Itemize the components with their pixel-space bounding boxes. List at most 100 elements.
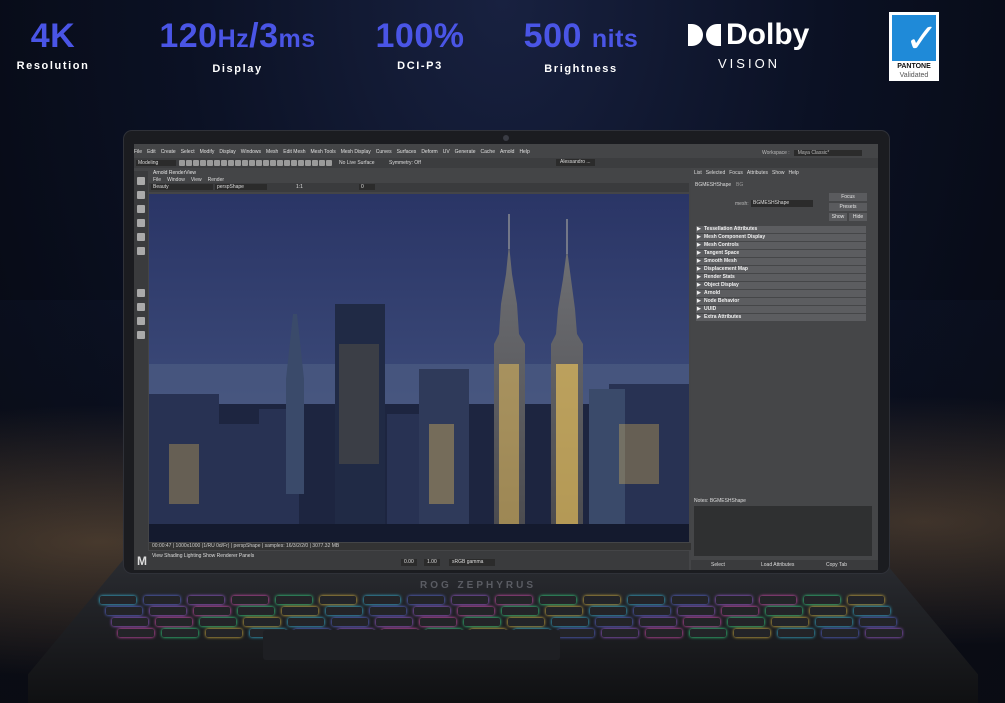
attribute-section[interactable]: ▶ Object Display: [696, 282, 866, 289]
menu-item[interactable]: Mesh: [266, 149, 278, 155]
toolbar-tool-icon[interactable]: [221, 160, 227, 166]
menu-item[interactable]: Cache: [481, 149, 495, 155]
attribute-section[interactable]: ▶ Tessellation Attributes: [696, 226, 866, 233]
workspace-selector[interactable]: Workspace : Maya Classic*: [762, 150, 862, 156]
toolbar-tool-icon[interactable]: [319, 160, 325, 166]
toolbar-tool-icon[interactable]: [298, 160, 304, 166]
menu-item[interactable]: Windows: [241, 149, 261, 155]
select-tool-icon[interactable]: [137, 177, 145, 185]
toolbar-tool-icon[interactable]: [186, 160, 192, 166]
toolbar-tool-icon[interactable]: [284, 160, 290, 166]
aov-dropdown[interactable]: Beauty: [151, 184, 213, 190]
expand-arrow-icon[interactable]: ▶: [697, 274, 701, 281]
menu-item[interactable]: File: [134, 149, 142, 155]
gamma-input[interactable]: 1.00: [424, 559, 440, 566]
menu-set-dropdown[interactable]: Modeling: [136, 160, 176, 166]
expand-arrow-icon[interactable]: ▶: [697, 306, 701, 313]
node-tab[interactable]: BGMESHShape: [695, 182, 731, 188]
camera-dropdown[interactable]: perspShape: [215, 184, 267, 190]
attribute-section[interactable]: ▶ Mesh Component Display: [696, 234, 866, 241]
show-button[interactable]: Show: [829, 213, 847, 221]
scale-tool-icon[interactable]: [137, 247, 145, 255]
paint-select-icon[interactable]: [137, 205, 145, 213]
workspace-dropdown[interactable]: Maya Classic*: [793, 150, 862, 156]
menu-item[interactable]: Help: [519, 149, 529, 155]
attribute-menu-item[interactable]: List: [694, 170, 702, 176]
attribute-section[interactable]: ▶ Node Behavior: [696, 298, 866, 305]
attribute-menu-item[interactable]: Help: [789, 170, 799, 176]
color-space-dropdown[interactable]: sRGB gamma: [449, 559, 495, 566]
toolbar-tool-icon[interactable]: [242, 160, 248, 166]
attribute-section[interactable]: ▶ Mesh Controls: [696, 242, 866, 249]
menu-item[interactable]: Arnold: [500, 149, 514, 155]
toolbar-tool-icon[interactable]: [200, 160, 206, 166]
menu-item[interactable]: Deform: [421, 149, 437, 155]
attribute-section[interactable]: ▶ Arnold: [696, 290, 866, 297]
expand-arrow-icon[interactable]: ▶: [697, 314, 701, 321]
expand-arrow-icon[interactable]: ▶: [697, 266, 701, 273]
layout-two-icon[interactable]: [137, 303, 145, 311]
toolbar-tool-icon[interactable]: [270, 160, 276, 166]
user-account-button[interactable]: Alessandro ...: [556, 159, 595, 166]
move-tool-icon[interactable]: [137, 219, 145, 227]
expand-arrow-icon[interactable]: ▶: [697, 250, 701, 257]
menu-item[interactable]: Edit: [147, 149, 156, 155]
menu-item[interactable]: Edit Mesh: [283, 149, 305, 155]
attribute-section[interactable]: ▶ Render Stats: [696, 274, 866, 281]
toolbar-tool-icon[interactable]: [263, 160, 269, 166]
toolbar-tool-icon[interactable]: [235, 160, 241, 166]
menu-item[interactable]: Surfaces: [397, 149, 417, 155]
toolbar-tool-icon[interactable]: [326, 160, 332, 166]
expand-arrow-icon[interactable]: ▶: [697, 290, 701, 297]
attribute-section[interactable]: ▶ Displacement Map: [696, 266, 866, 273]
attribute-menu-item[interactable]: Show: [772, 170, 785, 176]
menu-item[interactable]: Mesh Tools: [311, 149, 336, 155]
panel-menu[interactable]: View Shading Lighting Show Renderer Pane…: [152, 553, 254, 559]
node-tab-secondary[interactable]: BG: [736, 182, 743, 188]
menu-item[interactable]: Generate: [455, 149, 476, 155]
symmetry-label[interactable]: Symmetry: Off: [389, 160, 421, 166]
expand-arrow-icon[interactable]: ▶: [697, 234, 701, 241]
layout-four-icon[interactable]: [137, 317, 145, 325]
toolbar-tool-icon[interactable]: [312, 160, 318, 166]
toolbar-tool-icon[interactable]: [179, 160, 185, 166]
expand-arrow-icon[interactable]: ▶: [697, 242, 701, 249]
toolbar-tool-icon[interactable]: [305, 160, 311, 166]
attribute-section[interactable]: ▶ Smooth Mesh: [696, 258, 866, 265]
menu-item[interactable]: Display: [219, 149, 235, 155]
presets-button[interactable]: Presets: [829, 203, 867, 211]
menu-item[interactable]: Select: [181, 149, 195, 155]
toolbar-tool-icon[interactable]: [228, 160, 234, 166]
load-attributes-button[interactable]: Load Attributes: [761, 562, 794, 568]
zoom-ratio[interactable]: 1:1: [296, 184, 303, 190]
menu-item[interactable]: Curves: [376, 149, 392, 155]
expand-arrow-icon[interactable]: ▶: [697, 298, 701, 305]
mesh-name-input[interactable]: BGMESHShape: [751, 200, 813, 207]
notes-textarea[interactable]: [694, 506, 872, 556]
live-surface-label[interactable]: No Live Surface: [339, 160, 375, 166]
layout-single-icon[interactable]: [137, 289, 145, 297]
lasso-tool-icon[interactable]: [137, 191, 145, 199]
hide-button[interactable]: Hide: [849, 213, 867, 221]
expand-arrow-icon[interactable]: ▶: [697, 258, 701, 265]
toolbar-tool-icon[interactable]: [193, 160, 199, 166]
copy-tab-button[interactable]: Copy Tab: [826, 562, 847, 568]
menu-item[interactable]: Modify: [200, 149, 215, 155]
attribute-menu-item[interactable]: Attributes: [747, 170, 768, 176]
toolbar-tool-icon[interactable]: [291, 160, 297, 166]
toolbar-tool-icon[interactable]: [277, 160, 283, 166]
exposure-field[interactable]: 0: [359, 184, 375, 190]
menu-item[interactable]: UV: [443, 149, 450, 155]
toolbar-tool-icon[interactable]: [256, 160, 262, 166]
menu-item[interactable]: Mesh Display: [341, 149, 371, 155]
toolbar-tool-icon[interactable]: [207, 160, 213, 166]
toolbar-tool-icon[interactable]: [249, 160, 255, 166]
expand-arrow-icon[interactable]: ▶: [697, 282, 701, 289]
focus-button[interactable]: Focus: [829, 193, 867, 201]
layout-outliner-icon[interactable]: [137, 331, 145, 339]
toolbar-tool-icon[interactable]: [214, 160, 220, 166]
rotate-tool-icon[interactable]: [137, 233, 145, 241]
select-button[interactable]: Select: [711, 562, 725, 568]
attribute-menu-item[interactable]: Selected: [706, 170, 725, 176]
expand-arrow-icon[interactable]: ▶: [697, 226, 701, 233]
